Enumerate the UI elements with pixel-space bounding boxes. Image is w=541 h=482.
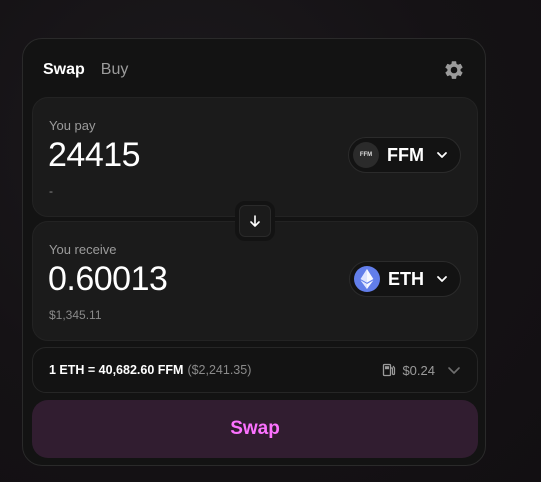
pay-label: You pay xyxy=(49,118,96,133)
receive-token-symbol: ETH xyxy=(388,268,424,289)
pay-panel: You pay 24415 - FFM FFM xyxy=(32,97,478,217)
tab-buy[interactable]: Buy xyxy=(101,61,129,79)
gas-pump-icon xyxy=(383,363,396,377)
receive-amount-input[interactable]: 0.60013 xyxy=(48,260,168,299)
exchange-rate-row[interactable]: 1 ETH = 40,682.60 FFM ($2,241.35) $0.24 xyxy=(32,347,478,393)
chevron-down-icon xyxy=(448,367,460,374)
exchange-rate: 1 ETH = 40,682.60 FFM xyxy=(49,363,184,377)
receive-usd-value: $1,345.11 xyxy=(49,308,102,322)
gas-fee-value: $0.24 xyxy=(402,362,435,378)
gear-icon[interactable] xyxy=(443,59,465,81)
gas-fee: $0.24 xyxy=(382,363,461,378)
arrow-down-icon xyxy=(250,215,260,227)
swap-card: Swap Buy You pay 24415 - FFM FFM You rec… xyxy=(22,38,486,466)
pay-token-selector[interactable]: FFM FFM xyxy=(348,137,461,173)
receive-label: You receive xyxy=(49,242,117,257)
ffm-token-icon-text: FFM xyxy=(359,152,373,158)
swap-button[interactable]: Swap xyxy=(32,400,478,458)
pay-usd-value: - xyxy=(49,184,53,198)
eth-logo-icon xyxy=(354,266,380,292)
ffm-token-icon: FFM xyxy=(353,142,380,168)
flip-direction-button[interactable] xyxy=(235,201,275,241)
receive-token-selector[interactable]: ETH xyxy=(349,261,461,297)
tab-swap[interactable]: Swap xyxy=(43,61,85,79)
chevron-down-icon xyxy=(437,276,447,282)
pay-amount-input[interactable]: 24415 xyxy=(48,136,141,175)
pay-token-symbol: FFM xyxy=(387,144,424,165)
chevron-down-icon xyxy=(437,152,447,158)
tab-bar: Swap Buy xyxy=(43,61,128,79)
exchange-rate-usd: ($2,241.35) xyxy=(187,363,252,377)
